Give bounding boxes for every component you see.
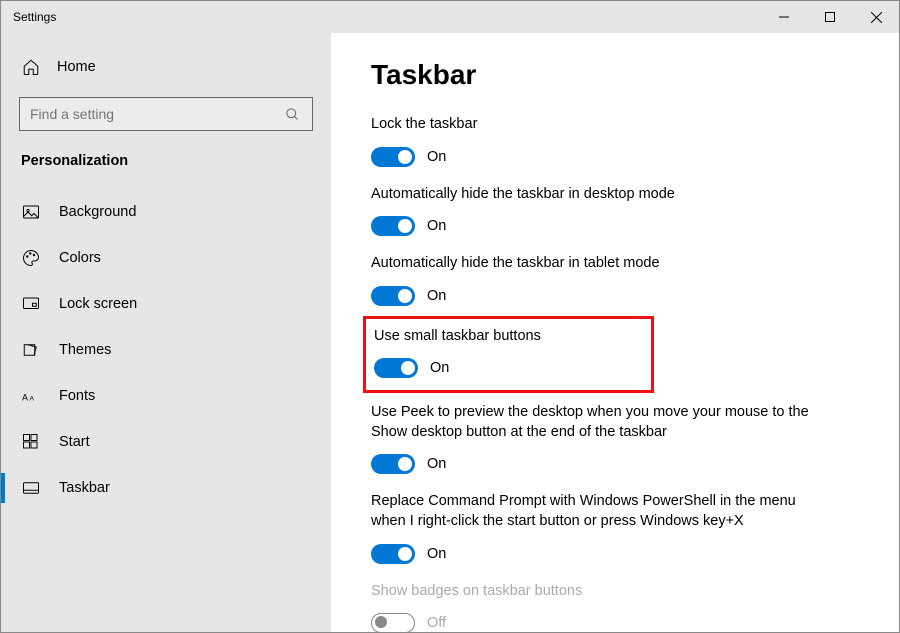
highlight-annotation: Use small taskbar buttons On xyxy=(363,316,654,394)
home-label: Home xyxy=(57,59,96,75)
setting-autohide-tablet: Automatically hide the taskbar in tablet… xyxy=(371,254,859,306)
nav-label: Colors xyxy=(59,250,101,266)
sidebar-item-start[interactable]: Start xyxy=(1,419,331,465)
minimize-button[interactable] xyxy=(761,1,807,33)
home-nav[interactable]: Home xyxy=(1,47,331,87)
toggle-state: On xyxy=(427,149,446,165)
toggle-state: Off xyxy=(427,615,446,631)
sidebar-item-lockscreen[interactable]: Lock screen xyxy=(1,281,331,327)
toggle-autohide-desktop[interactable] xyxy=(371,216,415,236)
setting-label: Automatically hide the taskbar in deskto… xyxy=(371,185,831,205)
setting-peek: Use Peek to preview the desktop when you… xyxy=(371,403,859,474)
search-box[interactable] xyxy=(19,97,313,131)
toggle-lock-taskbar[interactable] xyxy=(371,147,415,167)
setting-label: Replace Command Prompt with Windows Powe… xyxy=(371,492,831,531)
setting-label: Lock the taskbar xyxy=(371,115,831,135)
start-icon xyxy=(21,432,41,452)
setting-powershell: Replace Command Prompt with Windows Powe… xyxy=(371,492,859,563)
svg-text:A: A xyxy=(30,395,35,402)
nav-label: Taskbar xyxy=(59,480,110,496)
toggle-state: On xyxy=(430,360,449,376)
setting-label: Show badges on taskbar buttons xyxy=(371,582,831,602)
palette-icon xyxy=(21,248,41,268)
search-icon xyxy=(282,104,302,124)
minimize-icon xyxy=(779,12,789,22)
sidebar-item-colors[interactable]: Colors xyxy=(1,235,331,281)
nav-label: Background xyxy=(59,204,136,220)
setting-label: Use Peek to preview the desktop when you… xyxy=(371,403,831,442)
maximize-button[interactable] xyxy=(807,1,853,33)
setting-label: Use small taskbar buttons xyxy=(374,327,541,347)
close-icon xyxy=(871,12,882,23)
toggle-badges xyxy=(371,613,415,632)
search-input[interactable] xyxy=(30,106,282,122)
sidebar: Home Personalization Background Colors xyxy=(1,33,331,632)
fonts-icon: AA xyxy=(21,386,41,406)
setting-lock-taskbar: Lock the taskbar On xyxy=(371,115,859,167)
section-title: Personalization xyxy=(1,141,331,189)
sidebar-item-fonts[interactable]: AA Fonts xyxy=(1,373,331,419)
page-title: Taskbar xyxy=(371,59,859,91)
toggle-autohide-tablet[interactable] xyxy=(371,286,415,306)
nav-label: Themes xyxy=(59,342,111,358)
window-title: Settings xyxy=(1,10,56,24)
toggle-small-buttons[interactable] xyxy=(374,358,418,378)
close-button[interactable] xyxy=(853,1,899,33)
maximize-icon xyxy=(825,12,835,22)
sidebar-item-taskbar[interactable]: Taskbar xyxy=(1,465,331,511)
main-content: Taskbar Lock the taskbar On Automaticall… xyxy=(331,33,899,632)
toggle-peek[interactable] xyxy=(371,454,415,474)
window-controls xyxy=(761,1,899,33)
lockscreen-icon xyxy=(21,294,41,314)
sidebar-item-themes[interactable]: Themes xyxy=(1,327,331,373)
toggle-state: On xyxy=(427,288,446,304)
titlebar: Settings xyxy=(1,1,899,33)
sidebar-item-background[interactable]: Background xyxy=(1,189,331,235)
picture-icon xyxy=(21,202,41,222)
nav-label: Fonts xyxy=(59,388,95,404)
themes-icon xyxy=(21,340,41,360)
toggle-state: On xyxy=(427,546,446,562)
svg-text:A: A xyxy=(22,392,28,402)
setting-small-buttons: Use small taskbar buttons On xyxy=(374,327,541,379)
setting-autohide-desktop: Automatically hide the taskbar in deskto… xyxy=(371,185,859,237)
nav-label: Lock screen xyxy=(59,296,137,312)
taskbar-icon xyxy=(21,478,41,498)
setting-badges: Show badges on taskbar buttons Off xyxy=(371,582,859,633)
toggle-powershell[interactable] xyxy=(371,544,415,564)
nav-label: Start xyxy=(59,434,90,450)
toggle-state: On xyxy=(427,456,446,472)
home-icon xyxy=(21,57,41,77)
toggle-state: On xyxy=(427,218,446,234)
setting-label: Automatically hide the taskbar in tablet… xyxy=(371,254,831,274)
